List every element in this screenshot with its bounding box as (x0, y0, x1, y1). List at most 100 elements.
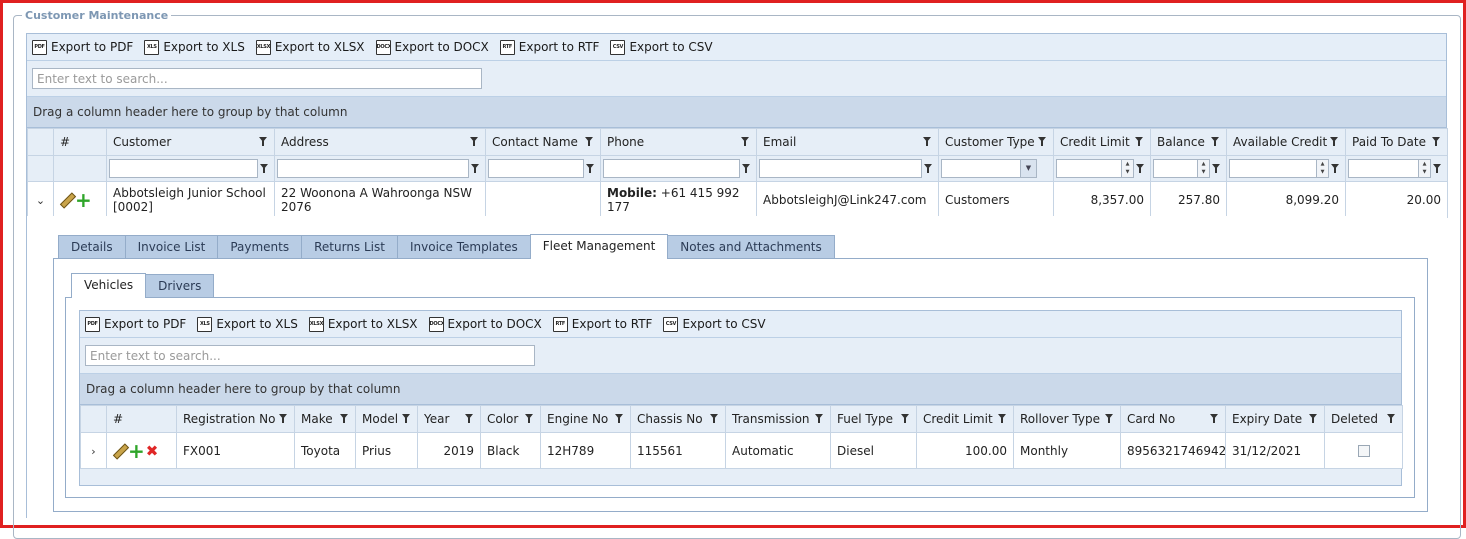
deleted-checkbox[interactable] (1357, 445, 1370, 457)
col-expiry-date[interactable]: Expiry Date (1225, 405, 1325, 433)
filter-funnel-icon[interactable] (260, 163, 268, 174)
filter-funnel-icon[interactable] (1309, 414, 1317, 424)
filter-funnel-icon[interactable] (1105, 414, 1113, 424)
filter-funnel-icon[interactable] (1387, 414, 1395, 424)
col-email[interactable]: Email (756, 128, 939, 156)
filter-customer-input[interactable] (109, 159, 258, 178)
export-rtf-button[interactable]: RTF Export to RTF (499, 39, 599, 55)
filter-funnel-icon[interactable] (470, 137, 478, 147)
filter-funnel-icon[interactable] (1135, 137, 1143, 147)
filter-funnel-icon[interactable] (1038, 137, 1046, 147)
filter-contact-input[interactable] (488, 159, 584, 178)
col-card-no[interactable]: Card No (1120, 405, 1226, 433)
col-rollover-type[interactable]: Rollover Type (1013, 405, 1121, 433)
export-docx-button[interactable]: DOCX Export to DOCX (428, 316, 542, 332)
col-address[interactable]: Address (274, 128, 486, 156)
filter-funnel-icon[interactable] (1330, 137, 1338, 147)
filter-funnel-icon[interactable] (585, 137, 593, 147)
col-customer-type[interactable]: Customer Type (938, 128, 1054, 156)
col-credit-limit[interactable]: Credit Limit (1053, 128, 1151, 156)
col-registration-no[interactable]: Registration No (176, 405, 295, 433)
col-customer[interactable]: Customer (106, 128, 275, 156)
filter-funnel-icon[interactable] (1331, 163, 1339, 174)
filter-funnel-icon[interactable] (1433, 163, 1441, 174)
filter-credit-limit-spinner[interactable] (1056, 159, 1134, 178)
tab-fleet-management[interactable]: Fleet Management (529, 234, 669, 259)
col-make[interactable]: Make (294, 405, 356, 433)
filter-phone-input[interactable] (603, 159, 740, 178)
export-xlsx-button[interactable]: XLSX Export to XLSX (255, 39, 365, 55)
export-xls-button[interactable]: XLS Export to XLS (197, 316, 298, 332)
customer-group-panel[interactable]: Drag a column header here to group by th… (27, 97, 1446, 128)
tab-drivers[interactable]: Drivers (145, 274, 215, 298)
filter-funnel-icon[interactable] (615, 414, 623, 424)
filter-available-credit-spinner[interactable] (1229, 159, 1329, 178)
filter-funnel-icon[interactable] (923, 137, 931, 147)
filter-funnel-icon[interactable] (465, 414, 473, 424)
filter-funnel-icon[interactable] (402, 414, 410, 424)
filter-funnel-icon[interactable] (815, 414, 823, 424)
edit-pencil-icon[interactable] (60, 193, 74, 207)
tab-invoice-templates[interactable]: Invoice Templates (396, 235, 531, 259)
col-deleted[interactable]: Deleted (1324, 405, 1403, 433)
col-paid-to-date[interactable]: Paid To Date (1345, 128, 1448, 156)
filter-funnel-icon[interactable] (901, 414, 909, 424)
add-plus-icon[interactable]: + (128, 441, 145, 461)
filter-funnel-icon[interactable] (586, 163, 594, 174)
add-plus-icon[interactable]: + (75, 190, 92, 210)
tab-notes-and-attachments[interactable]: Notes and Attachments (667, 235, 835, 259)
vehicle-row[interactable]: › +✖ FX001 Toyota Prius 2019 Black 12H78… (80, 432, 1403, 469)
filter-funnel-icon[interactable] (1211, 137, 1219, 147)
tab-invoice-list[interactable]: Invoice List (124, 235, 219, 259)
tab-payments[interactable]: Payments (217, 235, 303, 259)
col-year[interactable]: Year (417, 405, 481, 433)
filter-paid-to-date-spinner[interactable] (1348, 159, 1431, 178)
col-balance[interactable]: Balance (1150, 128, 1227, 156)
export-csv-button[interactable]: CSV Export to CSV (610, 39, 713, 55)
filter-funnel-icon[interactable] (259, 137, 267, 147)
export-csv-button[interactable]: CSV Export to CSV (663, 316, 766, 332)
col-contact-name[interactable]: Contact Name (485, 128, 601, 156)
filter-email-input[interactable] (759, 159, 922, 178)
collapse-chevron-icon[interactable]: ⌄ (36, 194, 45, 207)
filter-funnel-icon[interactable] (998, 414, 1006, 424)
customer-row[interactable]: ⌄ + Abbotsleigh Junior School [0002] 22 … (27, 181, 1448, 218)
filter-funnel-icon[interactable] (471, 163, 479, 174)
filter-funnel-icon[interactable] (340, 414, 348, 424)
filter-customer-type-combo[interactable] (941, 159, 1037, 178)
vehicles-group-panel[interactable]: Drag a column header here to group by th… (80, 374, 1401, 405)
col-fuel-type[interactable]: Fuel Type (830, 405, 917, 433)
filter-funnel-icon[interactable] (924, 163, 932, 174)
export-xlsx-button[interactable]: XLSX Export to XLSX (308, 316, 418, 332)
export-xls-button[interactable]: XLS Export to XLS (144, 39, 245, 55)
delete-x-icon[interactable]: ✖ (146, 443, 159, 458)
filter-funnel-icon[interactable] (279, 414, 287, 424)
tab-details[interactable]: Details (58, 235, 126, 259)
filter-funnel-icon[interactable] (710, 414, 718, 424)
tab-returns-list[interactable]: Returns List (301, 235, 398, 259)
col-credit-limit[interactable]: Credit Limit (916, 405, 1014, 433)
col-color[interactable]: Color (480, 405, 541, 433)
col-chassis-no[interactable]: Chassis No (630, 405, 726, 433)
customer-search-input[interactable] (32, 68, 482, 89)
col-phone[interactable]: Phone (600, 128, 757, 156)
tab-vehicles[interactable]: Vehicles (71, 273, 147, 298)
filter-address-input[interactable] (277, 159, 469, 178)
export-docx-button[interactable]: DOCX Export to DOCX (375, 39, 489, 55)
filter-funnel-icon[interactable] (525, 414, 533, 424)
filter-funnel-icon[interactable] (1210, 414, 1218, 424)
col-model[interactable]: Model (355, 405, 418, 433)
col-engine-no[interactable]: Engine No (540, 405, 631, 433)
filter-balance-spinner[interactable] (1153, 159, 1210, 178)
export-rtf-button[interactable]: RTF Export to RTF (552, 316, 652, 332)
col-transmission[interactable]: Transmission (725, 405, 831, 433)
edit-pencil-icon[interactable] (113, 444, 127, 458)
filter-funnel-icon[interactable] (1432, 137, 1440, 147)
filter-funnel-icon[interactable] (741, 137, 749, 147)
export-pdf-button[interactable]: PDF Export to PDF (32, 39, 133, 55)
filter-funnel-icon[interactable] (742, 163, 750, 174)
col-available-credit[interactable]: Available Credit (1226, 128, 1346, 156)
export-pdf-button[interactable]: PDF Export to PDF (85, 316, 186, 332)
filter-funnel-icon[interactable] (1212, 163, 1220, 174)
expand-chevron-icon[interactable]: › (91, 445, 95, 458)
